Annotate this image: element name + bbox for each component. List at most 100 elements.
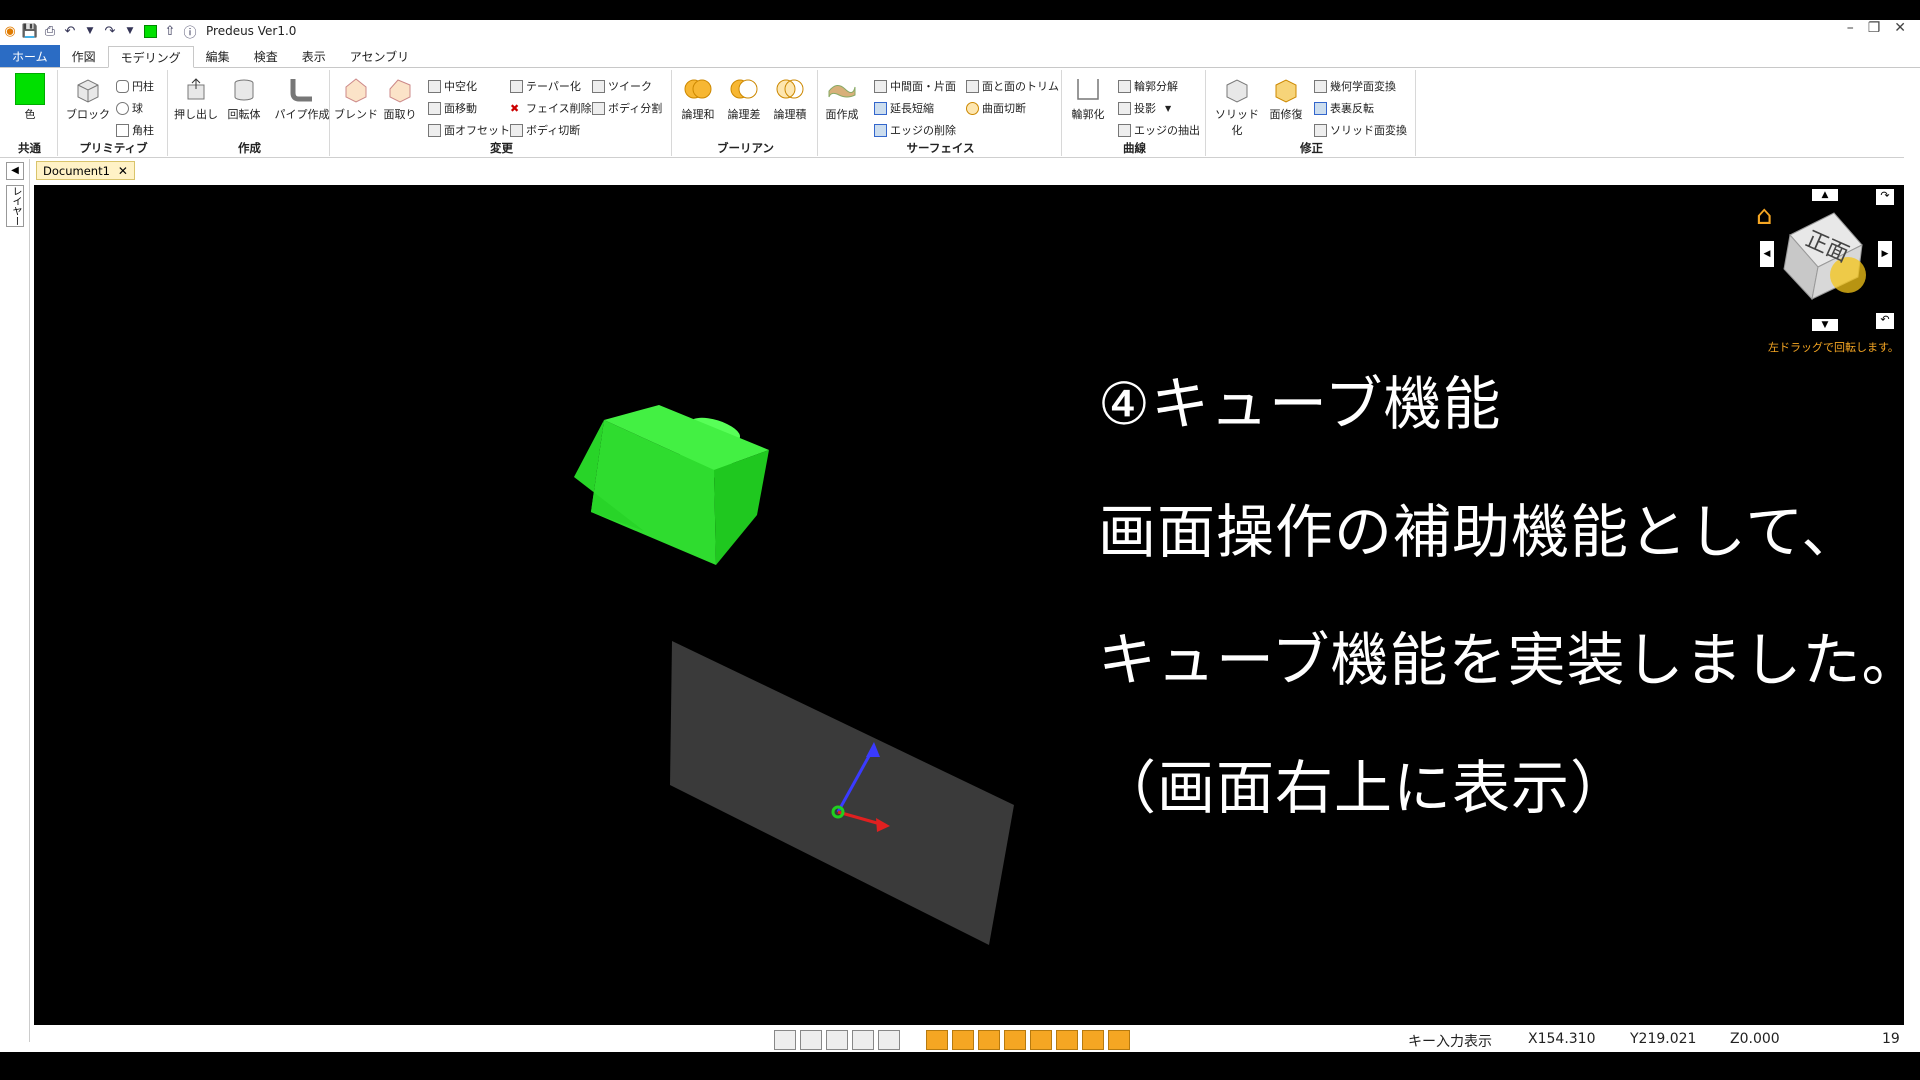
delete-face-button[interactable]: ✖ フェイス削除 xyxy=(510,100,592,116)
rotate-left-arrow-icon[interactable]: ◀ xyxy=(1760,241,1774,267)
title-bar: ◉ 💾 ⎙ ↶ ▼ ↷ ▼ ⇧ ⓘ Predeus Ver1.0 – ❐ ✕ xyxy=(0,20,1920,42)
subtract-button[interactable]: 論理差 xyxy=(722,74,766,122)
body-split-icon xyxy=(592,101,605,115)
restore-button[interactable]: ❐ xyxy=(1868,20,1881,36)
key-input-label[interactable]: キー入力表示 xyxy=(1408,1031,1492,1051)
move-face-icon xyxy=(428,101,441,115)
mid-face-button[interactable]: 中間面・片面 xyxy=(874,78,956,94)
shade-icon[interactable] xyxy=(978,1030,1000,1050)
prism-icon xyxy=(116,123,129,137)
move-face-button[interactable]: 面移動 xyxy=(428,100,477,116)
tab-home[interactable]: ホーム xyxy=(0,45,60,67)
cylinder-button[interactable]: 円柱 xyxy=(116,78,154,94)
redo-icon[interactable]: ↷ xyxy=(100,21,120,41)
app-logo-icon[interactable]: ◉ xyxy=(0,21,20,41)
caption-line-1: ④キューブ機能 xyxy=(1098,370,1502,438)
group-curve: 輪郭化 輪郭分解 投影 ▼ エッジの抽出 曲線 xyxy=(1064,70,1206,156)
extract-edge-button[interactable]: エッジの抽出 xyxy=(1118,122,1200,138)
collapse-arrow-icon[interactable]: ◀ xyxy=(6,162,24,180)
hatch-icon[interactable] xyxy=(952,1030,974,1050)
body-cut-button[interactable]: ボディ切断 xyxy=(510,122,580,138)
document-tabs: Document1 ✕ xyxy=(30,159,1904,181)
zoom-fit-icon[interactable] xyxy=(774,1030,796,1050)
rotate-up-arrow-icon[interactable]: ▲ xyxy=(1812,189,1838,201)
print-icon[interactable]: ⎙ xyxy=(40,21,60,41)
solidify-button[interactable]: ソリッド化 xyxy=(1212,74,1262,138)
prism-button[interactable]: 角柱 xyxy=(116,122,154,138)
tab-drawing[interactable]: 作図 xyxy=(60,45,108,67)
rotate-view-icon[interactable] xyxy=(852,1030,874,1050)
color-button[interactable]: 色 xyxy=(8,73,52,122)
tweak-button[interactable]: ツイーク xyxy=(592,78,652,94)
save-icon[interactable]: 💾 xyxy=(20,21,40,41)
snap-icon[interactable] xyxy=(1108,1030,1130,1050)
revolve-button[interactable]: 回転体 xyxy=(222,74,266,122)
hollow-button[interactable]: 中空化 xyxy=(428,78,477,94)
undo-dropdown-icon[interactable]: ▼ xyxy=(80,21,100,41)
rotate-down-arrow-icon[interactable]: ▼ xyxy=(1812,319,1838,331)
taper-label: テーパー化 xyxy=(526,80,581,93)
body-split-button[interactable]: ボディ分割 xyxy=(592,100,662,116)
hidden-line-icon[interactable] xyxy=(1056,1030,1078,1050)
delete-edge-button[interactable]: エッジの削除 xyxy=(874,122,956,138)
decompose-button[interactable]: 輪郭分解 xyxy=(1118,78,1178,94)
heal-button[interactable]: 面修復 xyxy=(1264,74,1308,122)
project-button[interactable]: 投影 ▼ xyxy=(1118,100,1171,116)
union-button[interactable]: 論理和 xyxy=(676,74,720,122)
z-coordinate: Z0.000 xyxy=(1730,1031,1780,1047)
3d-viewport[interactable]: ④キューブ機能 画面操作の補助機能として、 キューブ機能を実装しました。 （画面… xyxy=(34,185,1904,1025)
help-icon[interactable]: ⓘ xyxy=(180,21,200,41)
make-face-button[interactable]: 面作成 xyxy=(820,74,864,122)
blend-button[interactable]: ブレンド xyxy=(334,74,378,122)
minimize-button[interactable]: – xyxy=(1847,20,1854,36)
tab-modeling[interactable]: モデリング xyxy=(107,46,194,68)
document-tab[interactable]: Document1 ✕ xyxy=(36,161,135,180)
hollow-icon xyxy=(428,79,441,93)
taper-button[interactable]: テーパー化 xyxy=(510,78,581,94)
delete-face-label: フェイス削除 xyxy=(526,102,592,115)
color-swatch-icon[interactable] xyxy=(140,21,160,41)
redo-dropdown-icon[interactable]: ▼ xyxy=(120,21,140,41)
zoom-window-icon[interactable] xyxy=(800,1030,822,1050)
render-icon[interactable] xyxy=(926,1030,948,1050)
group-boolean: 論理和 論理差 論理積 ブーリアン xyxy=(674,70,818,156)
geom-convert-button[interactable]: 幾何学面変換 xyxy=(1314,78,1396,94)
zoom-icon[interactable] xyxy=(826,1030,848,1050)
layer-panel-tab[interactable]: レイヤー xyxy=(6,185,24,227)
project-label: 投影 xyxy=(1134,102,1156,115)
home-icon[interactable]: ⌂ xyxy=(1756,201,1773,231)
tab-view[interactable]: 表示 xyxy=(290,45,338,67)
reverse-button[interactable]: 表裏反転 xyxy=(1314,100,1374,116)
pan-icon[interactable] xyxy=(878,1030,900,1050)
extend-button[interactable]: 延長短縮 xyxy=(874,100,934,116)
outline-button[interactable]: 輪郭化 xyxy=(1066,74,1110,122)
extrude-button[interactable]: 押し出し xyxy=(174,74,218,122)
union-label: 論理和 xyxy=(681,108,715,121)
close-icon[interactable]: ✕ xyxy=(118,164,128,178)
section-icon[interactable] xyxy=(1030,1030,1052,1050)
roll-ccw-icon[interactable]: ↶ xyxy=(1876,313,1894,329)
group-label: 修正 xyxy=(1300,141,1323,155)
undo-icon[interactable]: ↶ xyxy=(60,21,80,41)
solid-convert-button[interactable]: ソリッド面変換 xyxy=(1314,122,1407,138)
extrude-label: 押し出し xyxy=(174,108,218,121)
offset-face-button[interactable]: 面オフセット xyxy=(428,122,510,138)
group-label: ブーリアン xyxy=(716,141,775,155)
chamfer-label: 面取り xyxy=(383,108,417,121)
tab-inspect[interactable]: 検査 xyxy=(242,45,290,67)
tab-assembly[interactable]: アセンブリ xyxy=(338,45,421,67)
trim-button[interactable]: 面と面のトリム xyxy=(966,78,1059,94)
pipe-button[interactable]: パイプ作成 xyxy=(274,74,330,122)
upload-icon[interactable]: ⇧ xyxy=(160,21,180,41)
curve-cut-button[interactable]: 曲面切断 xyxy=(966,100,1026,116)
wire-icon[interactable] xyxy=(1082,1030,1104,1050)
rotate-right-arrow-icon[interactable]: ▶ xyxy=(1878,241,1892,267)
edge-icon[interactable] xyxy=(1004,1030,1026,1050)
roll-cw-icon[interactable]: ↷ xyxy=(1876,189,1894,205)
tab-edit[interactable]: 編集 xyxy=(194,45,242,67)
intersect-button[interactable]: 論理積 xyxy=(768,74,812,122)
block-button[interactable]: ブロック xyxy=(66,74,110,122)
close-button[interactable]: ✕ xyxy=(1894,20,1906,36)
chamfer-button[interactable]: 面取り xyxy=(378,74,422,122)
sphere-button[interactable]: 球 xyxy=(116,100,143,116)
